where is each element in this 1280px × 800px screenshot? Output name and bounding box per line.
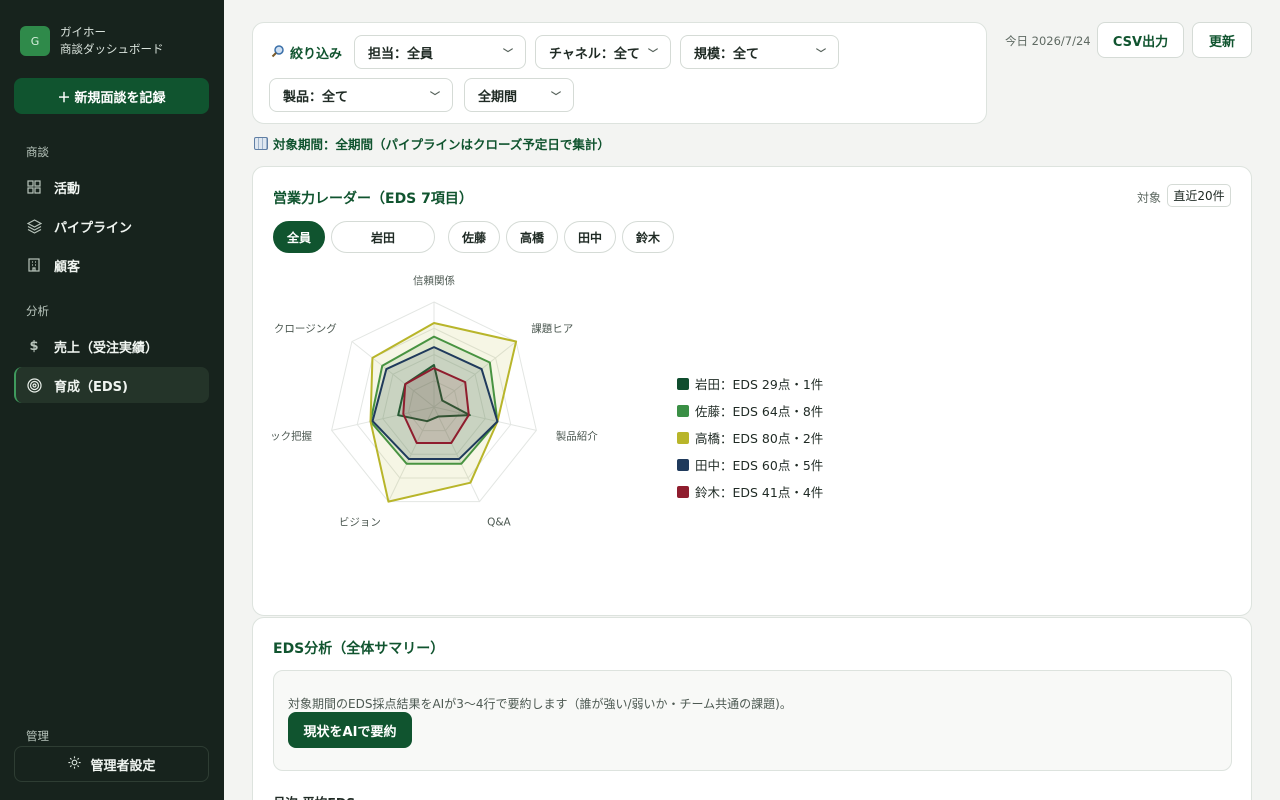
sidebar: G ガイホー 商談ダッシュボード ＋ 新規面談を記録 商談 活動 パイプライン … — [0, 0, 224, 800]
csv-export-button[interactable]: CSV出力 — [1097, 22, 1184, 58]
period-note-text: 対象期間：全期間（パイプラインはクローズ予定日で集計） — [273, 137, 610, 152]
ai-summary-box: 対象期間のEDS採点結果をAIが3〜4行で要約します（誰が強い/弱いか・チーム共… — [273, 670, 1232, 771]
legend-swatch — [677, 404, 689, 417]
app-name: 商談ダッシュボード — [60, 42, 164, 56]
tab-iwata[interactable]: 岩田 — [331, 221, 435, 253]
legend-swatch — [677, 458, 689, 471]
legend-item: 佐藤：EDS 64点・8件 — [677, 397, 823, 424]
radar-card-title: 営業力レーダー（EDS 7項目） — [273, 191, 473, 207]
ai-summarize-button[interactable]: 現状をAIで要約 — [288, 712, 412, 748]
chevron-down-icon: ﹀ — [648, 48, 658, 60]
tab-takahashi[interactable]: 高橋 — [506, 221, 558, 253]
legend-swatch — [677, 485, 689, 498]
radar-card: 営業力レーダー（EDS 7項目） 対象 直近20件 全員 岩田 佐藤 高橋 田中… — [252, 166, 1252, 616]
owner-select[interactable]: 担当：全員 ﹀ — [354, 35, 526, 69]
product-select[interactable]: 製品：全て ﹀ — [269, 78, 453, 112]
sidebar-item-eds[interactable]: 育成（EDS) — [14, 367, 209, 403]
owner-select-value: 担当：全員 — [368, 46, 434, 62]
company-name: ガイホー — [60, 25, 106, 39]
legend-label: 田中：EDS 60点・5件 — [695, 458, 824, 473]
radar-axis-label: 課題ヒア — [531, 322, 573, 335]
grid-icon — [26, 179, 42, 195]
magnifier-icon — [271, 44, 285, 62]
admin-settings-button[interactable]: 管理者設定 — [14, 746, 209, 782]
chevron-down-icon: ﹀ — [430, 91, 440, 103]
radar-chart: 信頼関係課題ヒア製品紹介 Q&A ビジョン ック把握 クロージング — [270, 275, 598, 528]
filter-title-label: 絞り込み — [290, 47, 343, 62]
sidebar-item-label: パイプライン — [54, 220, 133, 236]
new-meeting-button[interactable]: ＋ 新規面談を記録 — [14, 78, 209, 114]
channel-select-value: チャネル：全て — [549, 46, 640, 62]
radar-axis-label: 信頼関係 — [413, 275, 455, 287]
gear-icon — [67, 755, 82, 774]
legend-item: 田中：EDS 60点・5件 — [677, 451, 823, 478]
new-meeting-label: 新規面談を記録 — [74, 90, 166, 106]
plus-icon: ＋ — [57, 90, 71, 106]
sidebar-item-label: 売上（受注実績） — [54, 340, 159, 356]
radar-axis-label: Q&A — [487, 516, 511, 528]
nav-section-analysis: 分析 — [26, 304, 49, 318]
legend-swatch — [677, 431, 689, 444]
legend-item: 岩田：EDS 29点・1件 — [677, 370, 823, 397]
eds-summary-card: EDS分析（全体サマリー） 対象期間のEDS採点結果をAIが3〜4行で要約します… — [252, 617, 1252, 800]
period-select[interactable]: 全期間 ﹀ — [464, 78, 574, 112]
tab-sato[interactable]: 佐藤 — [448, 221, 500, 253]
target-label: 対象 — [1137, 191, 1162, 205]
chevron-down-icon: ﹀ — [551, 91, 561, 103]
channel-select[interactable]: チャネル：全て ﹀ — [535, 35, 671, 69]
target-icon — [26, 377, 42, 393]
sidebar-item-customers[interactable]: 顧客 — [14, 247, 209, 283]
legend-item: 鈴木：EDS 41点・4件 — [677, 478, 823, 505]
sidebar-item-pipeline[interactable]: パイプライン — [14, 208, 209, 244]
radar-axis-label: クロージング — [274, 322, 337, 335]
brand: G ガイホー 商談ダッシュボード — [20, 24, 164, 58]
today-date: 今日 2026/7/24 — [1005, 34, 1091, 48]
chevron-down-icon: ﹀ — [503, 48, 513, 60]
filter-panel: 絞り込み 担当：全員 ﹀ チャネル：全て ﹀ 規模：全て ﹀ 製品：全て ﹀ 全… — [252, 22, 987, 124]
product-select-value: 製品：全て — [283, 89, 349, 105]
nav-section-deals: 商談 — [26, 145, 49, 159]
sidebar-item-sales[interactable]: $ 売上（受注実績） — [14, 328, 209, 364]
legend-item: 高橋：EDS 80点・2件 — [677, 424, 823, 451]
sidebar-item-activity[interactable]: 活動 — [14, 169, 209, 205]
radar-legend: 岩田：EDS 29点・1件 佐藤：EDS 64点・8件 高橋：EDS 80点・2件田… — [677, 370, 823, 505]
ai-summary-description: 対象期間のEDS採点結果をAIが3〜4行で要約します（誰が強い/弱いか・チーム共… — [288, 697, 792, 711]
admin-settings-label: 管理者設定 — [90, 758, 156, 774]
building-icon — [26, 257, 42, 273]
legend-label: 佐藤：EDS 64点・8件 — [695, 404, 824, 419]
sidebar-item-label: 育成（EDS) — [54, 379, 128, 395]
chevron-down-icon: ﹀ — [816, 48, 826, 60]
scale-select[interactable]: 規模：全て ﹀ — [680, 35, 839, 69]
brand-text: ガイホー 商談ダッシュボード — [60, 24, 164, 58]
legend-label: 高橋：EDS 80点・2件 — [695, 431, 824, 446]
target-select[interactable]: 直近20件 — [1167, 184, 1231, 207]
refresh-button[interactable]: 更新 — [1192, 22, 1252, 58]
legend-swatch — [677, 377, 689, 390]
tab-all[interactable]: 全員 — [273, 221, 325, 253]
monthly-eds-title: 月次 平均EDS — [273, 792, 355, 800]
dollar-icon: $ — [29, 338, 39, 354]
tab-tanaka[interactable]: 田中 — [564, 221, 616, 253]
radar-series-4 — [402, 367, 470, 444]
filter-title: 絞り込み — [271, 43, 342, 62]
scale-select-value: 規模：全て — [694, 46, 760, 62]
eds-summary-title: EDS分析（全体サマリー） — [273, 641, 445, 657]
calendar-icon — [254, 137, 268, 150]
tab-suzuki[interactable]: 鈴木 — [622, 221, 674, 253]
radar-axis-label: ビジョン — [339, 516, 381, 528]
brand-logo: G — [20, 26, 50, 56]
radar-axis-label: ック把握 — [270, 429, 312, 442]
legend-label: 岩田：EDS 29点・1件 — [695, 377, 824, 392]
legend-label: 鈴木：EDS 41点・4件 — [695, 485, 824, 500]
period-note: 対象期間：全期間（パイプラインはクローズ予定日で集計） — [254, 134, 610, 153]
radar-axis-label: 製品紹介 — [556, 429, 598, 442]
sidebar-item-label: 顧客 — [54, 259, 81, 275]
layers-icon — [26, 218, 42, 234]
sidebar-item-label: 活動 — [54, 181, 81, 197]
nav-section-admin: 管理 — [26, 729, 49, 743]
period-select-value: 全期間 — [478, 89, 518, 105]
